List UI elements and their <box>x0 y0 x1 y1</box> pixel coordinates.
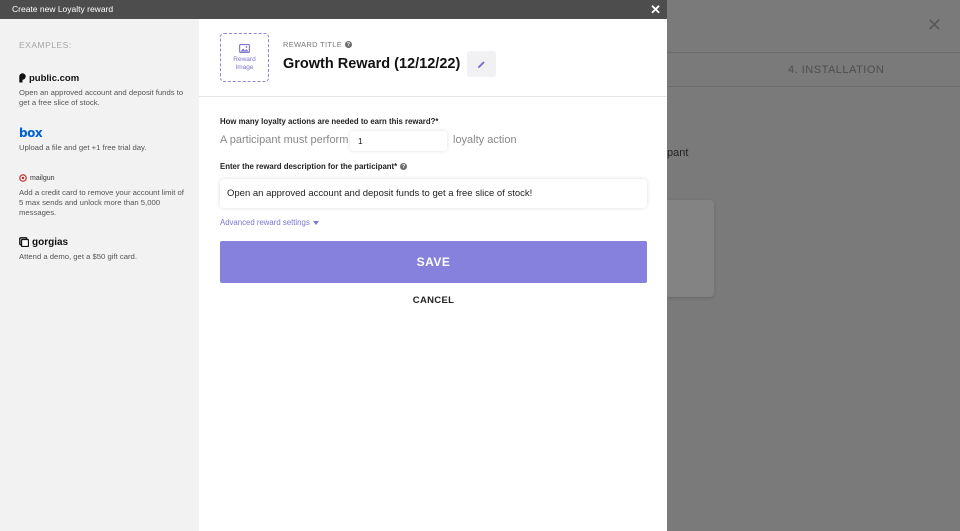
example-public: public.com Open an approved account and … <box>19 71 184 108</box>
steps-bar: 4. INSTALLATION <box>667 52 960 87</box>
example-gorgias: gorgias Attend a demo, get a $50 gift ca… <box>19 235 184 262</box>
description-question: Enter the reward description for the par… <box>220 162 408 171</box>
help-icon[interactable]: ? <box>345 41 353 48</box>
image-icon <box>239 43 250 53</box>
save-button[interactable]: SAVE <box>220 241 647 283</box>
reward-description-input[interactable] <box>220 179 647 208</box>
reward-image-upload[interactable]: Reward Image <box>220 33 269 82</box>
gorgias-icon <box>19 237 29 247</box>
caret-down-icon <box>312 220 319 225</box>
example-mailgun: mailgun Add a credit card to remove your… <box>19 171 184 218</box>
participant-prefix: A participant must perform <box>220 134 349 146</box>
divider <box>199 96 667 97</box>
participant-suffix: loyalty action <box>453 134 517 146</box>
example-description: Attend a demo, get a $50 gift card. <box>19 252 137 261</box>
examples-sidebar: EXAMPLES: public.com Open an approved ac… <box>0 19 199 531</box>
example-description: Add a credit card to remove your account… <box>19 188 184 217</box>
reward-form: Reward Image REWARD TITLE ? Growth Rewar… <box>199 19 667 531</box>
examples-label: EXAMPLES: <box>19 40 72 50</box>
actions-question: How many loyalty actions are needed to e… <box>220 117 439 126</box>
example-description: Upload a file and get +1 free trial day. <box>19 143 147 152</box>
gorgias-logo: gorgias <box>19 235 184 249</box>
cancel-button[interactable]: CANCEL <box>220 291 647 309</box>
example-box: box Upload a file and get +1 free trial … <box>19 126 184 153</box>
reward-title: Growth Reward (12/12/22) <box>283 56 461 72</box>
close-icon[interactable]: ✕ <box>927 16 942 34</box>
modal-header: Create new Loyalty reward ✕ <box>0 0 667 19</box>
help-icon[interactable]: ? <box>400 163 408 170</box>
reward-title-label: REWARD TITLE ? <box>283 40 353 49</box>
pencil-icon <box>478 60 485 68</box>
actions-count-input[interactable] <box>350 131 447 151</box>
box-logo: box <box>19 126 43 140</box>
create-reward-modal: Create new Loyalty reward ✕ EXAMPLES: pu… <box>0 0 667 531</box>
edit-title-button[interactable] <box>467 51 496 77</box>
reward-image-label: Reward Image <box>233 55 256 71</box>
public-icon <box>19 73 26 83</box>
modal-title: Create new Loyalty reward <box>12 4 114 14</box>
background-text: pant <box>667 147 689 159</box>
close-icon[interactable]: ✕ <box>650 2 661 18</box>
step-installation[interactable]: 4. INSTALLATION <box>788 64 884 76</box>
example-description: Open an approved account and deposit fun… <box>19 88 184 107</box>
mailgun-icon <box>19 174 27 182</box>
mailgun-logo: mailgun <box>19 171 184 185</box>
public-logo: public.com <box>19 71 184 85</box>
background-card <box>667 200 714 297</box>
advanced-settings-toggle[interactable]: Advanced reward settings <box>220 218 319 227</box>
